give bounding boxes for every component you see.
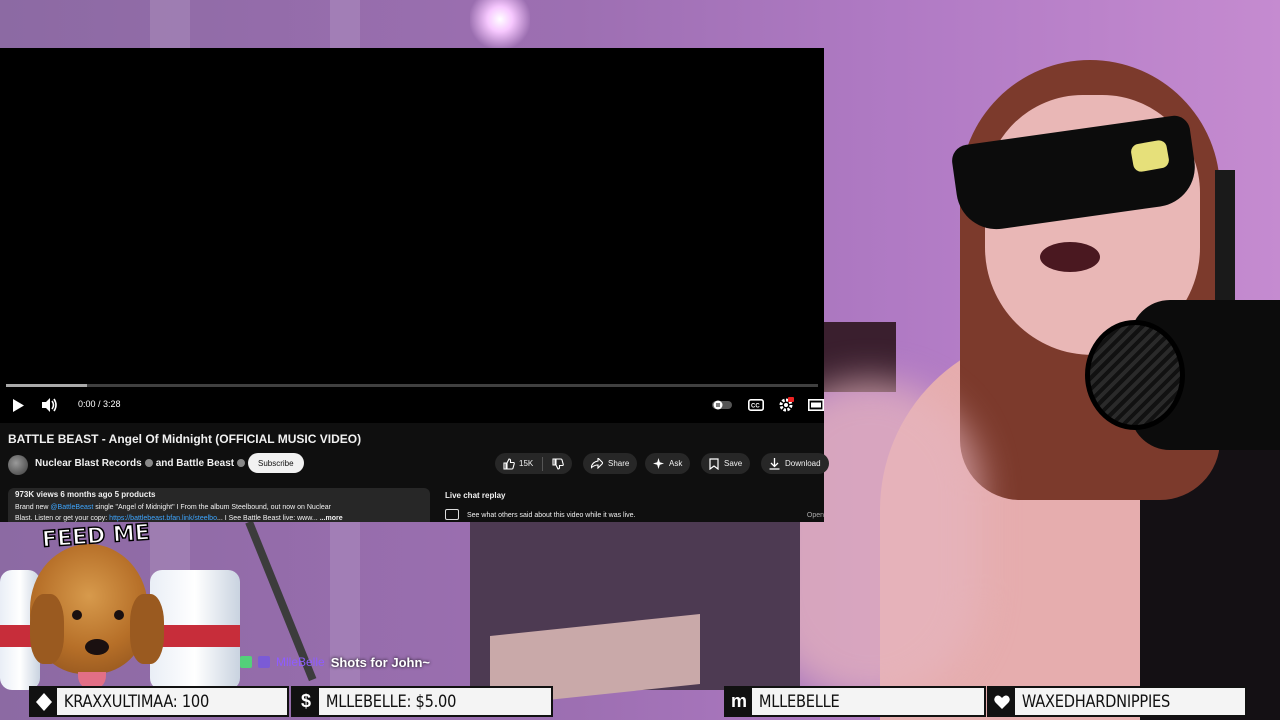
channel-avatar[interactable] <box>8 455 28 475</box>
lamp-light <box>470 0 530 48</box>
description-box[interactable]: 973K views 6 months ago 5 products Brand… <box>8 488 430 522</box>
progress-fill <box>6 384 88 387</box>
dislike-button[interactable] <box>552 457 565 470</box>
channel-joiner: and <box>155 458 174 469</box>
shoutout-username: MlleBelle <box>276 655 325 669</box>
microphone <box>1085 320 1185 430</box>
heart-icon <box>989 688 1015 715</box>
volume-button[interactable] <box>38 393 62 417</box>
download-label: Download <box>785 459 821 468</box>
thumbs-up-icon <box>503 457 515 470</box>
dog-eye <box>72 610 82 620</box>
captions-button[interactable]: CC <box>744 393 768 417</box>
ask-button[interactable]: Ask <box>645 453 691 474</box>
description-line2: Blast. Listen or get your copy: <box>15 515 110 522</box>
m-logo-icon: m <box>726 688 752 715</box>
settings-icon <box>779 397 794 412</box>
event-bar-member: m MLLEBELLE <box>724 686 986 717</box>
download-button[interactable]: Download <box>761 453 829 474</box>
volume-icon <box>42 398 57 412</box>
badge-icon <box>240 656 252 668</box>
ask-label: Ask <box>669 459 683 468</box>
sparkle-icon <box>653 458 664 469</box>
streamer-mouth <box>1040 242 1100 272</box>
event-text: KRAXXULTIMAA: 100 <box>63 691 210 712</box>
description-text: Brand new @BattleBeast single "Angel of … <box>15 502 423 522</box>
event-bar-follow: WAXEDHARDNIPPIES <box>987 686 1247 717</box>
video-player[interactable]: 0:00 / 3:28 CC <box>0 48 824 423</box>
save-label: Save <box>724 459 743 468</box>
save-button[interactable]: Save <box>701 453 751 474</box>
divider <box>542 456 544 471</box>
chat-shoutout: MlleBelle Shots for John~ <box>240 652 430 672</box>
mention-link[interactable]: @BattleBeast <box>50 504 93 511</box>
theater-button[interactable] <box>804 393 828 417</box>
like-button[interactable]: 15K <box>503 457 534 470</box>
view-stats: 973K views 6 months ago 5 products <box>15 490 156 499</box>
dog-eye <box>114 610 124 620</box>
badge-icon <box>258 656 270 668</box>
diamond-icon <box>31 688 57 715</box>
like-count: 15K <box>519 459 534 468</box>
svg-text:CC: CC <box>751 404 760 410</box>
autoplay-toggle[interactable] <box>710 393 734 417</box>
theater-icon <box>808 399 824 411</box>
dog-ear <box>130 594 164 664</box>
youtube-window: 0:00 / 3:28 CC BATTLE BEAST - Angel Of M… <box>0 48 829 522</box>
event-text: MLLEBELLE: $5.00 <box>325 691 457 712</box>
channel-name[interactable]: Nuclear Blast Records <box>35 458 142 469</box>
dollar-icon: $ <box>293 688 319 715</box>
settings-button[interactable] <box>774 393 798 417</box>
play-button[interactable] <box>6 393 30 417</box>
open-chat-button[interactable]: Open <box>807 512 824 519</box>
dog-ear <box>30 594 64 664</box>
dog-image <box>30 544 164 690</box>
progress-bar[interactable] <box>6 384 818 387</box>
event-bar-cheer: KRAXXULTIMAA: 100 <box>29 686 289 717</box>
description-line1: single "Angel of Midnight" I From the al… <box>93 504 331 511</box>
description-line2-rest: ... I See Battle Beast live: www... <box>216 515 318 522</box>
event-text: WAXEDHARDNIPPIES <box>1021 691 1171 712</box>
autoplay-icon <box>712 400 732 410</box>
shoutout-message: Shots for John~ <box>330 654 430 670</box>
play-icon <box>13 398 24 412</box>
verified-icon <box>144 459 153 468</box>
thumbs-down-icon <box>552 457 565 470</box>
share-button[interactable]: Share <box>583 453 638 474</box>
event-bar-tip: $ MLLEBELLE: $5.00 <box>291 686 553 717</box>
chat-icon <box>445 509 459 520</box>
captions-icon: CC <box>748 399 764 411</box>
share-label: Share <box>608 459 630 468</box>
description-prefix: Brand new <box>15 504 51 511</box>
live-chat-subtitle: See what others said about this video wh… <box>467 512 636 519</box>
time-display: 0:00 / 3:28 <box>78 399 121 409</box>
dog-nose <box>85 639 109 655</box>
subscribe-button[interactable]: Subscribe <box>248 453 304 473</box>
feed-me-label: FEED ME <box>41 520 152 554</box>
channel-row: Nuclear Blast Records and Battle Beast Su… <box>8 453 829 475</box>
verified-icon <box>237 459 246 468</box>
collab-channel-name[interactable]: Battle Beast <box>176 458 234 469</box>
share-icon <box>591 458 603 469</box>
player-controls: 0:00 / 3:28 CC <box>0 393 824 419</box>
video-title[interactable]: BATTLE BEAST - Angel Of Midnight (OFFICI… <box>8 432 361 446</box>
live-chat-replay: Live chat replay See what others said ab… <box>437 488 824 522</box>
download-icon <box>769 457 780 470</box>
bookmark-icon <box>709 457 719 470</box>
channel-names[interactable]: Nuclear Blast Records and Battle Beast <box>35 458 248 469</box>
more-link[interactable]: ...more <box>320 515 343 522</box>
like-dislike-group: 15K <box>495 453 573 474</box>
live-chat-title: Live chat replay <box>445 491 506 500</box>
event-text: MLLEBELLE <box>758 691 840 712</box>
feed-me-widget: FEED ME <box>22 520 164 690</box>
